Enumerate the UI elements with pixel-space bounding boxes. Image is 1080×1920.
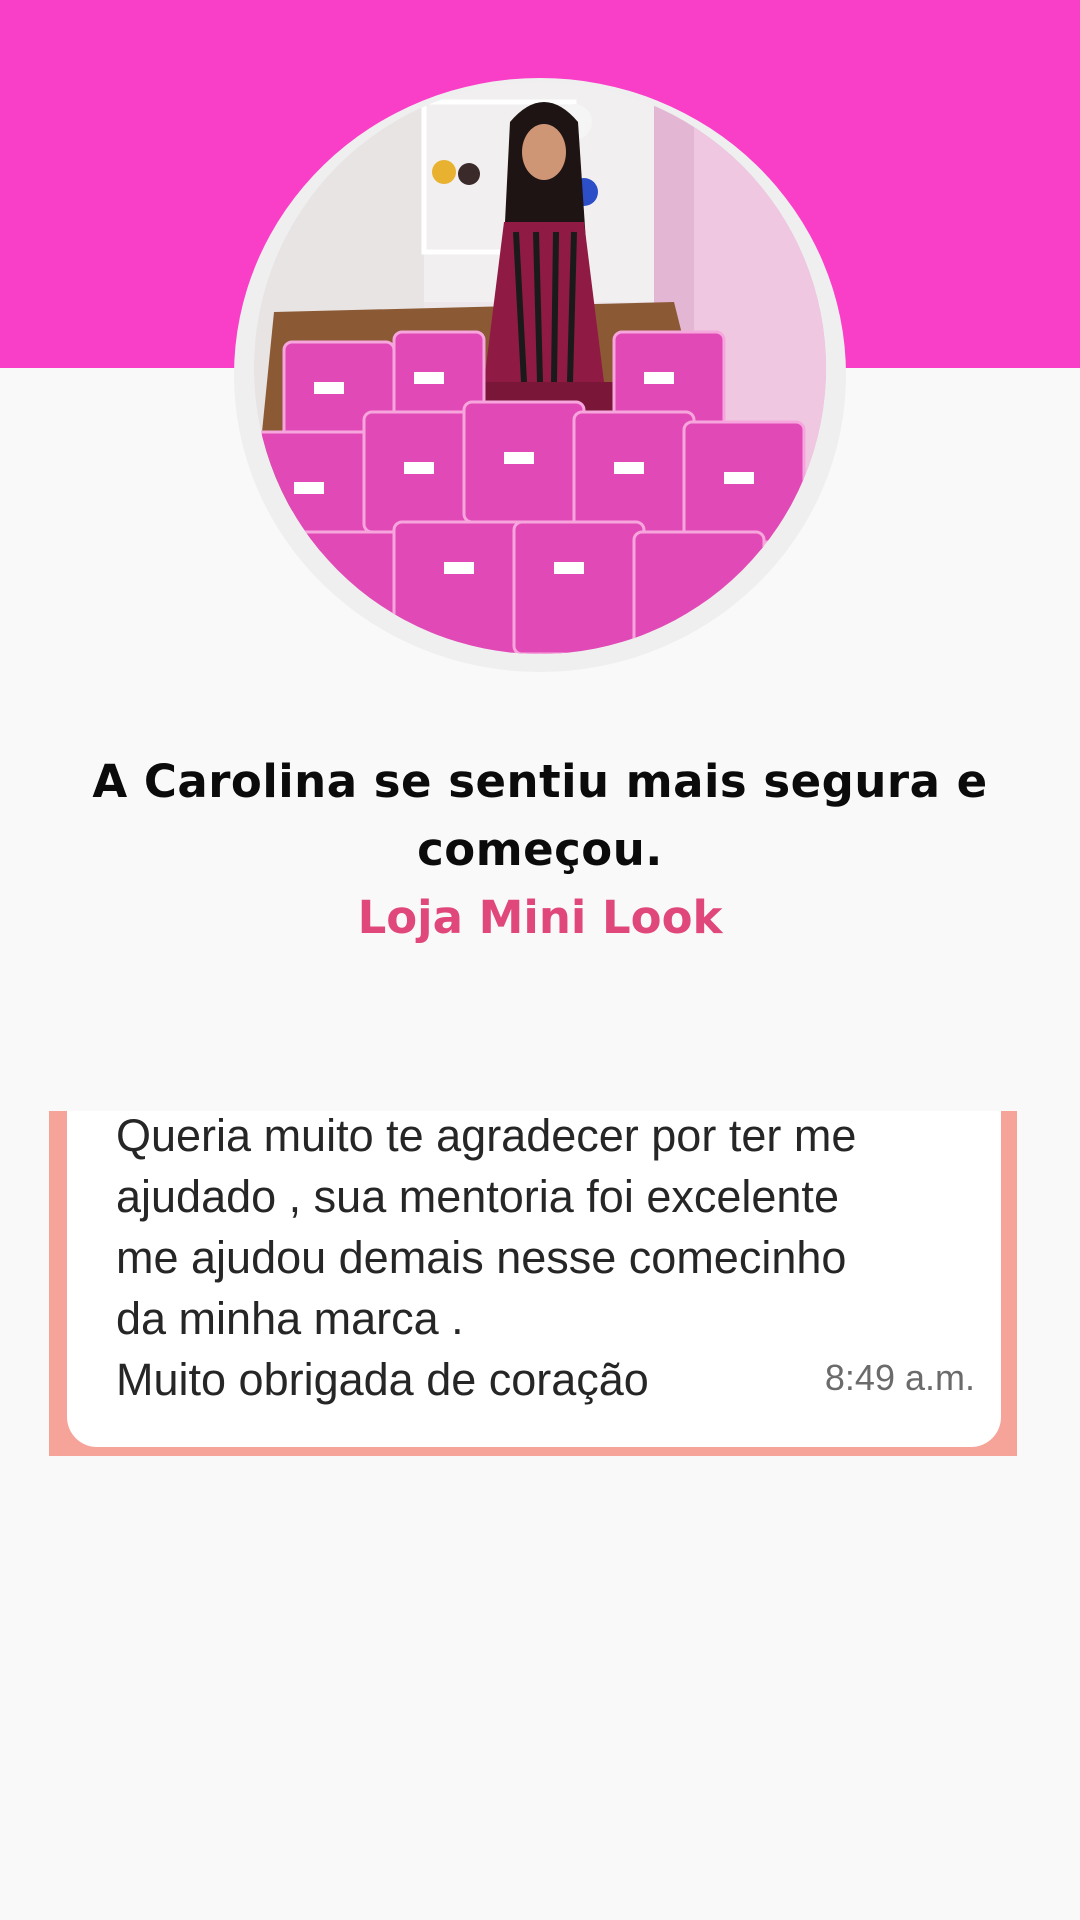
chat-bubble: Queria muito te agradecer por ter me aju… [67, 1111, 1001, 1447]
customer-photo-image [254, 82, 826, 654]
headline: A Carolina se sentiu mais segura e começ… [92, 755, 988, 876]
testimonial-screenshot: Queria muito te agradecer por ter me aju… [49, 1111, 1017, 1456]
chat-timestamp: 8:49 a.m. [824, 1357, 975, 1398]
store-name: Loja Mini Look [357, 891, 723, 944]
customer-photo [254, 82, 826, 654]
